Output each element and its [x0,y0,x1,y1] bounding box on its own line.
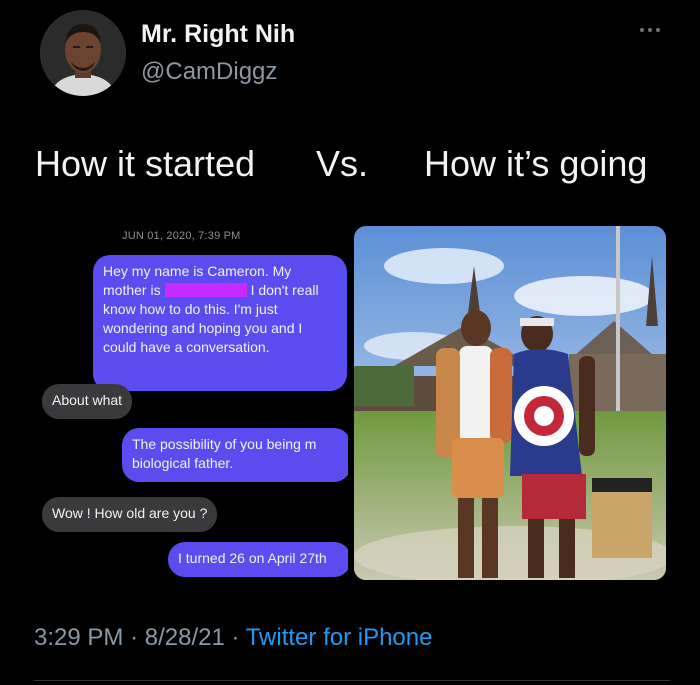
divider [34,680,670,681]
avatar[interactable] [40,10,126,96]
user-handle[interactable]: @CamDiggz [141,58,277,86]
more-horizontal-icon [640,28,660,32]
message-line: could have a conversation. [103,339,270,355]
more-options-button[interactable] [638,22,662,32]
message-line: The possibility of you being m [132,436,317,452]
tweet-time: 3:29 PM [34,624,124,651]
message-line: know how to do this. I'm just [103,301,278,317]
separator: · [231,624,240,651]
tweet-date[interactable]: 8/28/21 [145,624,225,651]
photo-two-men[interactable] [354,226,666,580]
tweet-text-started: How it started [35,143,256,184]
message-line: mother is [103,282,161,298]
message-timestamp: JUN 01, 2020, 7:39 PM [122,230,241,242]
tweet-metadata: 3:29 PM · 8/28/21 · Twitter for iPhone [34,624,432,652]
profile-photo [40,10,126,96]
display-name[interactable]: Mr. Right Nih [141,20,295,49]
text-conversation-screenshot[interactable]: JUN 01, 2020, 7:39 PM Hey my name is Cam… [22,222,348,584]
redaction-bar [164,283,247,297]
message-bubble-sent: The possibility of you being m biologica… [122,428,348,482]
message-bubble-sent: Hey my name is Cameron. My mother is I do… [93,255,347,391]
tweet-text-going: How it’s going [424,143,648,184]
tweet-text-vs: Vs. [316,143,369,184]
message-line: wondering and hoping you and I [103,320,303,336]
separator: · [130,624,139,651]
tweet-source-link[interactable]: Twitter for iPhone [246,624,433,651]
message-bubble-sent: I turned 26 on April 27th [168,542,348,577]
message-line: Hey my name is Cameron. My [103,263,292,279]
photo-illustration [354,226,666,580]
message-bubble-received: About what [42,384,133,419]
message-bubble-received: Wow ! How old are you ? [42,497,218,532]
message-line: biological father. [132,455,234,471]
message-line: I don't reall [250,282,319,298]
